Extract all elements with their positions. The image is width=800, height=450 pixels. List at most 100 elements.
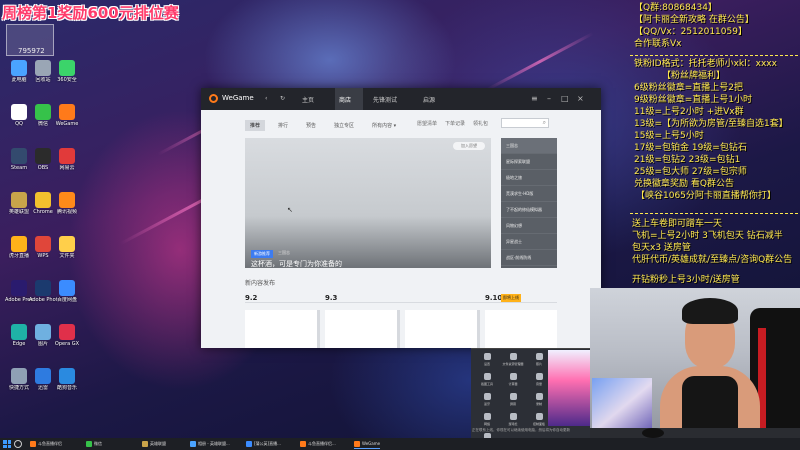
desktop-icon[interactable]: 腾讯视频	[54, 192, 80, 215]
taskbar-app-button[interactable]: WeGame	[354, 439, 381, 449]
release-card[interactable]	[485, 310, 557, 348]
quick-action-label: 设置	[483, 362, 490, 366]
side-list-item[interactable]: 战区·前线防线	[501, 250, 557, 266]
quick-action-icon	[509, 393, 517, 400]
menu-icon[interactable]: ≡	[531, 94, 538, 103]
taskbar-app-label: WeGame	[362, 441, 381, 446]
quick-action-icon	[535, 373, 543, 380]
order-history-link[interactable]: 下单记录	[445, 120, 465, 127]
taskbar-app-button[interactable]: 斗鱼直播伴侣...	[300, 439, 336, 449]
overlay-text-line: 17级=包铂金 19级=包钻石	[634, 143, 747, 153]
panel-preview-image[interactable]	[548, 350, 590, 426]
app-icon	[35, 324, 51, 340]
taskbar-app-icon	[86, 441, 92, 447]
side-list-item[interactable]: 荒漠求生·HD版	[501, 186, 557, 202]
app-icon	[11, 368, 27, 384]
wegame-app-name: WeGame	[222, 94, 254, 102]
quick-action-icon	[483, 353, 491, 360]
side-list-item[interactable]: 了不起的修仙模拟器	[501, 202, 557, 218]
desktop-icon[interactable]: 酷狗音乐	[54, 368, 80, 391]
app-icon	[59, 236, 75, 252]
release-card[interactable]	[405, 310, 477, 348]
quick-action-button[interactable]: 计算器	[501, 373, 525, 393]
app-icon	[11, 60, 27, 76]
tab-all-content[interactable]: 所有内容 ▾	[367, 120, 401, 131]
desktop-icon[interactable]: Opera GX	[54, 324, 80, 347]
quick-action-button[interactable]: 设置	[475, 353, 499, 373]
quick-action-button[interactable]: 文件资源管理器	[501, 353, 525, 373]
tab-preview[interactable]: 预告	[301, 120, 321, 131]
tab-indie[interactable]: 独立专区	[329, 120, 359, 131]
app-icon	[59, 324, 75, 340]
tab-recommend[interactable]: 推荐	[245, 120, 266, 131]
nav-qiyuan[interactable]: 启源	[423, 95, 435, 104]
close-icon[interactable]: ×	[577, 94, 584, 103]
overlay-text-line: 代肝代币/英雄成就/至臻点/咨询Q群公告	[632, 255, 793, 265]
windows-logo-icon	[3, 440, 7, 444]
nav-pioneer-test[interactable]: 先锋测试	[373, 95, 397, 104]
taskbar-app-label: 斗鱼直播伴侣	[38, 441, 62, 446]
store-search-input[interactable]: ⌕	[501, 118, 549, 128]
desktop-icon[interactable]: WeGame	[54, 104, 80, 127]
quick-action-button[interactable]: 蓝牙	[475, 393, 499, 413]
release-card[interactable]	[245, 310, 317, 348]
side-list-item[interactable]: 极地之旅	[501, 170, 557, 186]
quick-action-button[interactable]: 截图工具	[475, 373, 499, 393]
store-tabs: 推荐 排行 预告 独立专区 所有内容 ▾	[245, 120, 401, 131]
nav-home[interactable]: 主页	[302, 95, 314, 104]
taskbar-app-button[interactable]: [蒲公英]直播...	[246, 439, 281, 449]
app-icon	[35, 60, 51, 76]
taskbar-app-button[interactable]: 相册 - 英雄联盟...	[190, 439, 230, 449]
taskbar-app-label: 斗鱼直播伴侣...	[308, 441, 336, 446]
desktop-icon[interactable]: 百度网盘	[54, 280, 80, 303]
taskbar-app-button[interactable]: 微信	[86, 439, 102, 449]
gift-pack-link[interactable]: 领礼包	[473, 120, 488, 127]
side-list-item[interactable]: 星际探索联盟	[501, 154, 557, 170]
quick-action-icon	[509, 413, 517, 420]
wishlist-link[interactable]: 愿望清单	[417, 120, 437, 127]
app-icon	[11, 280, 27, 296]
taskbar-app-button[interactable]: 英雄联盟	[142, 439, 166, 449]
overlay-text-line: 【QQ/Vx：2512011059】	[634, 27, 747, 37]
desktop-icon[interactable]: 360安全	[54, 60, 80, 83]
overlay-text-line: 9级粉丝徽章=直播上号1小时	[634, 95, 752, 105]
add-wishlist-button[interactable]: 加入愿望	[453, 142, 485, 150]
nav-store[interactable]: 商店	[339, 95, 351, 104]
taskbar-app-icon	[190, 441, 196, 447]
app-icon	[11, 236, 27, 252]
quick-action-label: 蓝牙	[483, 402, 490, 406]
desktop-icon[interactable]: 网易云	[54, 148, 80, 171]
start-button[interactable]	[3, 440, 11, 448]
wegame-titlebar[interactable]: WeGame ‹ ↻ 主页 商店 先锋测试 启源 ≡ – □ ×	[201, 88, 601, 110]
windows-logo-icon	[3, 444, 7, 448]
tab-ranking[interactable]: 排行	[273, 120, 293, 131]
overlay-text-line: 13级=【为所欲为房管/至臻自选1套】	[634, 119, 788, 129]
card-divider	[317, 310, 320, 348]
desktop-icon[interactable]: 文件夹	[54, 236, 80, 259]
back-arrow-icon[interactable]: ‹	[265, 95, 267, 102]
overlay-text-line: 送上车卷即可蹭车一天	[632, 219, 723, 229]
quick-action-label: 截图工具	[480, 382, 493, 386]
taskbar-search-icon[interactable]	[14, 440, 22, 448]
quick-action-button[interactable]: 屏幕	[501, 393, 525, 413]
refresh-icon[interactable]: ↻	[280, 95, 285, 102]
overlay-text-line: 11级=上号2小时 +进Vx群	[634, 107, 744, 117]
card-divider	[397, 310, 400, 348]
quick-action-icon	[509, 353, 517, 360]
wegame-window[interactable]: WeGame ‹ ↻ 主页 商店 先锋测试 启源 ≡ – □ × 推荐 排行 预…	[201, 88, 601, 348]
side-list-item[interactable]: 异星战士	[501, 234, 557, 250]
quick-action-label: 屏幕	[509, 402, 516, 406]
desktop-icon-label: 360安全	[57, 77, 77, 83]
featured-banner[interactable]: 加入愿望 ↖ 新游推荐 三国志 这杯酒，可是专门为你准备的	[245, 138, 491, 268]
quick-action-icon	[535, 353, 543, 360]
maximize-icon[interactable]: □	[561, 94, 569, 103]
release-card[interactable]	[325, 310, 397, 348]
side-list-item[interactable]: 风物幻想	[501, 218, 557, 234]
desktop-icon-label: 网易云	[59, 165, 75, 171]
side-list-item[interactable]: 三国志	[501, 138, 557, 154]
minimize-icon[interactable]: –	[547, 94, 551, 103]
release-date: 9.10	[485, 294, 503, 302]
app-icon	[35, 236, 51, 252]
quick-action-label: 文件资源管理器	[502, 362, 524, 366]
taskbar-app-button[interactable]: 斗鱼直播伴侣	[30, 439, 62, 449]
